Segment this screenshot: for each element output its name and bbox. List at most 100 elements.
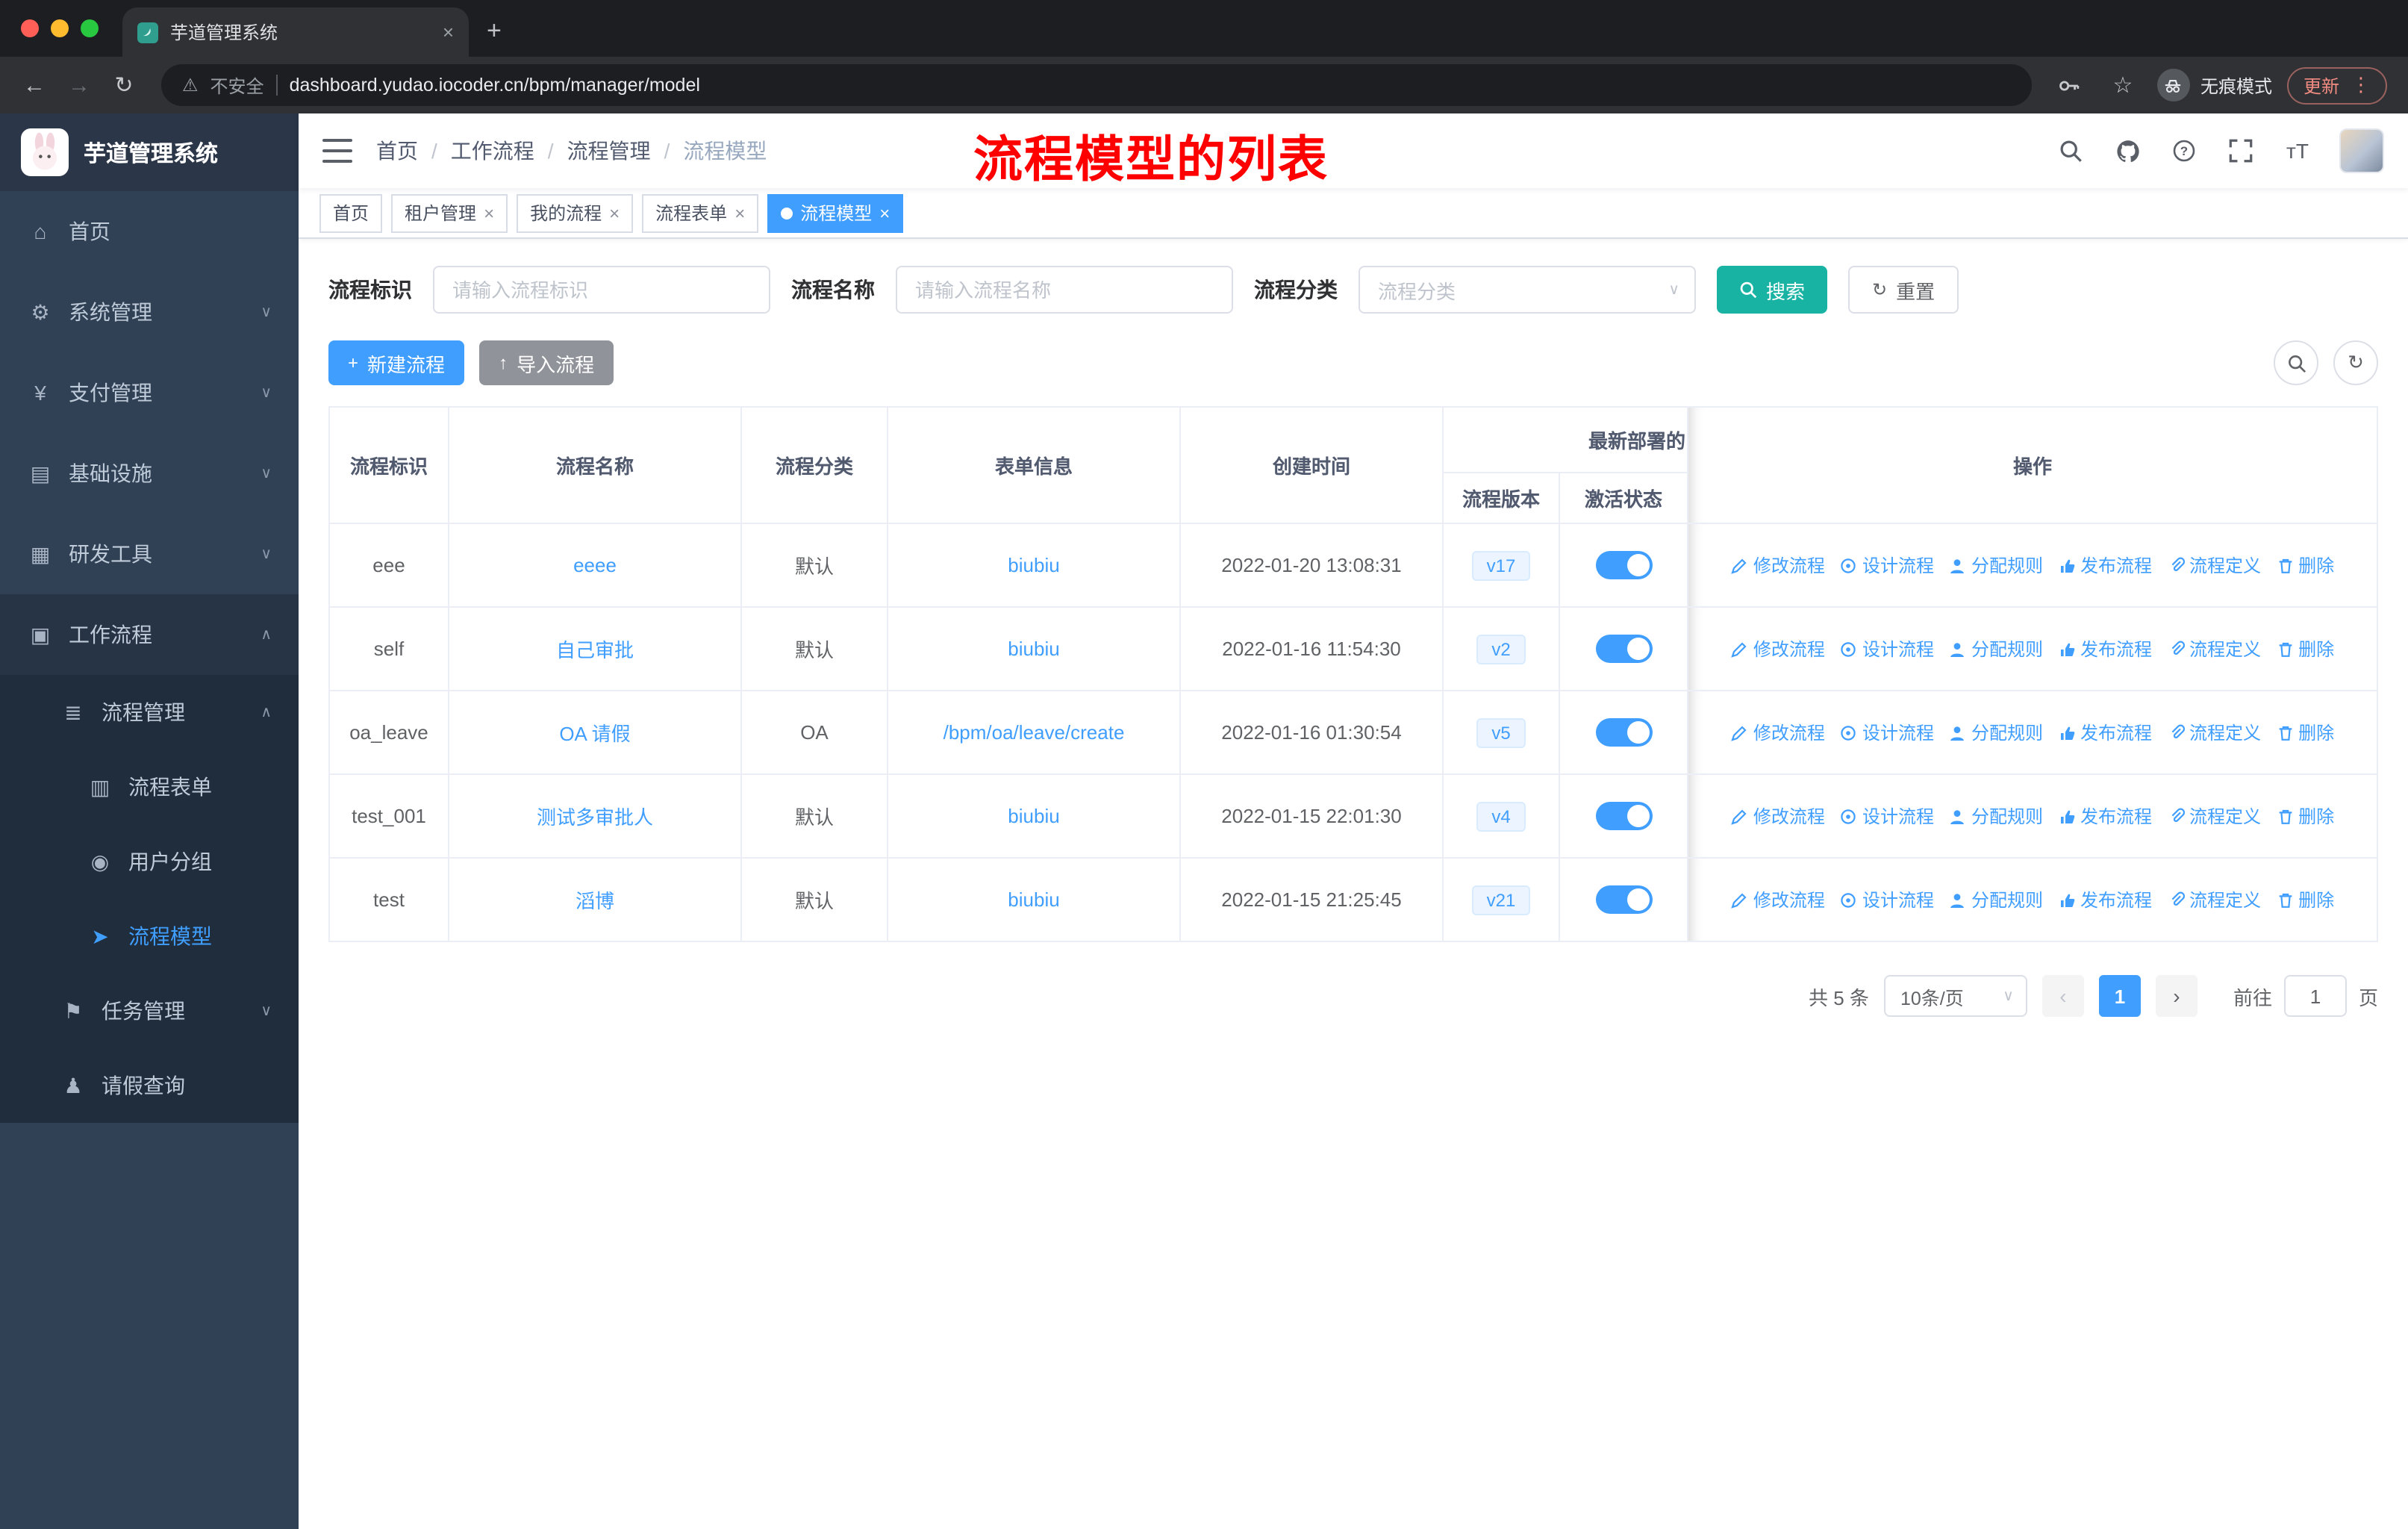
key-icon[interactable] xyxy=(2050,66,2089,105)
search-button[interactable]: 搜索 xyxy=(1717,266,1828,314)
new-tab-button[interactable]: + xyxy=(487,16,502,46)
publish-process-link[interactable]: 发布流程 xyxy=(2058,887,2152,912)
process-name-link[interactable]: OA 请假 xyxy=(559,718,630,747)
browser-tab[interactable]: 芋道管理系统 × xyxy=(122,7,469,57)
modify-process-link[interactable]: 修改流程 xyxy=(1731,803,1825,829)
show-search-button[interactable] xyxy=(2274,340,2318,385)
delete-link[interactable]: 删除 xyxy=(2276,636,2334,661)
sidebar-item-payment[interactable]: ¥ 支付管理 ∨ xyxy=(0,352,299,433)
process-definition-link[interactable]: 流程定义 xyxy=(2167,887,2261,912)
modify-process-link[interactable]: 修改流程 xyxy=(1731,887,1825,912)
active-toggle[interactable] xyxy=(1595,802,1652,830)
delete-link[interactable]: 删除 xyxy=(2276,720,2334,745)
help-icon[interactable]: ? xyxy=(2169,136,2199,166)
goto-page-input[interactable] xyxy=(2283,975,2347,1017)
form-info-link[interactable]: biubiu xyxy=(1008,554,1059,576)
active-toggle[interactable] xyxy=(1595,885,1652,914)
close-icon[interactable]: × xyxy=(609,202,620,223)
forward-button[interactable]: → xyxy=(60,66,99,105)
design-process-link[interactable]: 设计流程 xyxy=(1840,636,1934,661)
sidebar-item-system[interactable]: ⚙ 系统管理 ∨ xyxy=(0,272,299,352)
assign-rule-link[interactable]: 分配规则 xyxy=(1949,552,2043,578)
next-page-button[interactable]: › xyxy=(2155,975,2198,1017)
breadcrumb-process-management[interactable]: 流程管理 xyxy=(567,136,651,166)
publish-process-link[interactable]: 发布流程 xyxy=(2058,720,2152,745)
form-info-link[interactable]: /bpm/oa/leave/create xyxy=(943,721,1125,744)
active-toggle[interactable] xyxy=(1595,635,1652,663)
page-number-button[interactable]: 1 xyxy=(2098,975,2141,1017)
process-name-link[interactable]: 测试多审批人 xyxy=(537,802,653,830)
design-process-link[interactable]: 设计流程 xyxy=(1840,720,1934,745)
breadcrumb-workflow[interactable]: 工作流程 xyxy=(451,136,534,166)
create-process-button[interactable]: + 新建流程 xyxy=(328,340,465,385)
assign-rule-link[interactable]: 分配规则 xyxy=(1949,636,2043,661)
tag-tenant-management[interactable]: 租户管理 × xyxy=(391,193,508,232)
process-definition-link[interactable]: 流程定义 xyxy=(2167,803,2261,829)
close-icon[interactable]: × xyxy=(734,202,745,223)
publish-process-link[interactable]: 发布流程 xyxy=(2058,552,2152,578)
process-definition-link[interactable]: 流程定义 xyxy=(2167,636,2261,661)
publish-process-link[interactable]: 发布流程 xyxy=(2058,803,2152,829)
form-info-link[interactable]: biubiu xyxy=(1008,638,1059,660)
delete-link[interactable]: 删除 xyxy=(2276,803,2334,829)
window-close-button[interactable] xyxy=(21,19,39,37)
page-size-select[interactable]: 10条/页 ∨ xyxy=(1883,975,2027,1017)
modify-process-link[interactable]: 修改流程 xyxy=(1731,552,1825,578)
publish-process-link[interactable]: 发布流程 xyxy=(2058,636,2152,661)
sidebar-item-infrastructure[interactable]: ▤ 基础设施 ∨ xyxy=(0,433,299,514)
tag-home[interactable]: 首页 xyxy=(319,193,383,232)
update-button[interactable]: 更新 ⋮ xyxy=(2286,66,2387,104)
sidebar-item-process-model[interactable]: ➤ 流程模型 xyxy=(0,899,299,974)
sidebar-item-process-management[interactable]: ≣ 流程管理 ∧ xyxy=(0,675,299,750)
process-definition-link[interactable]: 流程定义 xyxy=(2167,720,2261,745)
reload-button[interactable]: ↻ xyxy=(105,66,143,105)
tab-close-icon[interactable]: × xyxy=(443,21,454,43)
process-name-input[interactable] xyxy=(896,266,1233,314)
font-size-icon[interactable]: тT xyxy=(2283,136,2312,166)
import-process-button[interactable]: ↑ 导入流程 xyxy=(479,340,614,385)
reset-button[interactable]: ↻ 重置 xyxy=(1848,266,1959,314)
star-icon[interactable]: ☆ xyxy=(2103,66,2142,105)
sidebar-item-workflow[interactable]: ▣ 工作流程 ∧ xyxy=(0,594,299,675)
back-button[interactable]: ← xyxy=(15,66,54,105)
sidebar-item-home[interactable]: ⌂ 首页 xyxy=(0,191,299,272)
category-select[interactable]: 流程分类 ∨ xyxy=(1359,266,1696,314)
assign-rule-link[interactable]: 分配规则 xyxy=(1949,803,2043,829)
process-key-input[interactable] xyxy=(433,266,770,314)
delete-link[interactable]: 删除 xyxy=(2276,552,2334,578)
design-process-link[interactable]: 设计流程 xyxy=(1840,803,1934,829)
fullscreen-icon[interactable] xyxy=(2226,136,2256,166)
form-info-link[interactable]: biubiu xyxy=(1008,888,1059,911)
tag-my-process[interactable]: 我的流程 × xyxy=(517,193,634,232)
design-process-link[interactable]: 设计流程 xyxy=(1840,887,1934,912)
sidebar-item-task-management[interactable]: ⚑ 任务管理 ∨ xyxy=(0,974,299,1048)
tag-process-form[interactable]: 流程表单 × xyxy=(642,193,759,232)
process-name-link[interactable]: eeee xyxy=(573,554,617,576)
breadcrumb-home[interactable]: 首页 xyxy=(376,136,418,166)
process-name-link[interactable]: 滔博 xyxy=(576,885,614,914)
close-icon[interactable]: × xyxy=(484,202,494,223)
sidebar-item-user-group[interactable]: ◉ 用户分组 xyxy=(0,824,299,899)
close-icon[interactable]: × xyxy=(879,202,890,223)
github-icon[interactable] xyxy=(2112,136,2142,166)
modify-process-link[interactable]: 修改流程 xyxy=(1731,720,1825,745)
refresh-table-button[interactable]: ↻ xyxy=(2333,340,2378,385)
tag-process-model[interactable]: 流程模型 × xyxy=(767,193,904,232)
sidebar-item-process-form[interactable]: ▥ 流程表单 xyxy=(0,750,299,824)
prev-page-button[interactable]: ‹ xyxy=(2042,975,2084,1017)
assign-rule-link[interactable]: 分配规则 xyxy=(1949,887,2043,912)
user-avatar[interactable] xyxy=(2339,128,2384,173)
assign-rule-link[interactable]: 分配规则 xyxy=(1949,720,2043,745)
design-process-link[interactable]: 设计流程 xyxy=(1840,552,1934,578)
process-name-link[interactable]: 自己审批 xyxy=(556,635,634,663)
search-icon[interactable] xyxy=(2056,136,2086,166)
menu-dots-icon[interactable]: ⋮ xyxy=(2351,73,2371,97)
delete-link[interactable]: 删除 xyxy=(2276,887,2334,912)
address-bar[interactable]: ⚠ 不安全 dashboard.yudao.iocoder.cn/bpm/man… xyxy=(161,64,2032,106)
sidebar-item-devtools[interactable]: ▦ 研发工具 ∨ xyxy=(0,514,299,594)
process-definition-link[interactable]: 流程定义 xyxy=(2167,552,2261,578)
active-toggle[interactable] xyxy=(1595,718,1652,747)
window-zoom-button[interactable] xyxy=(81,19,99,37)
form-info-link[interactable]: biubiu xyxy=(1008,805,1059,827)
active-toggle[interactable] xyxy=(1595,551,1652,579)
